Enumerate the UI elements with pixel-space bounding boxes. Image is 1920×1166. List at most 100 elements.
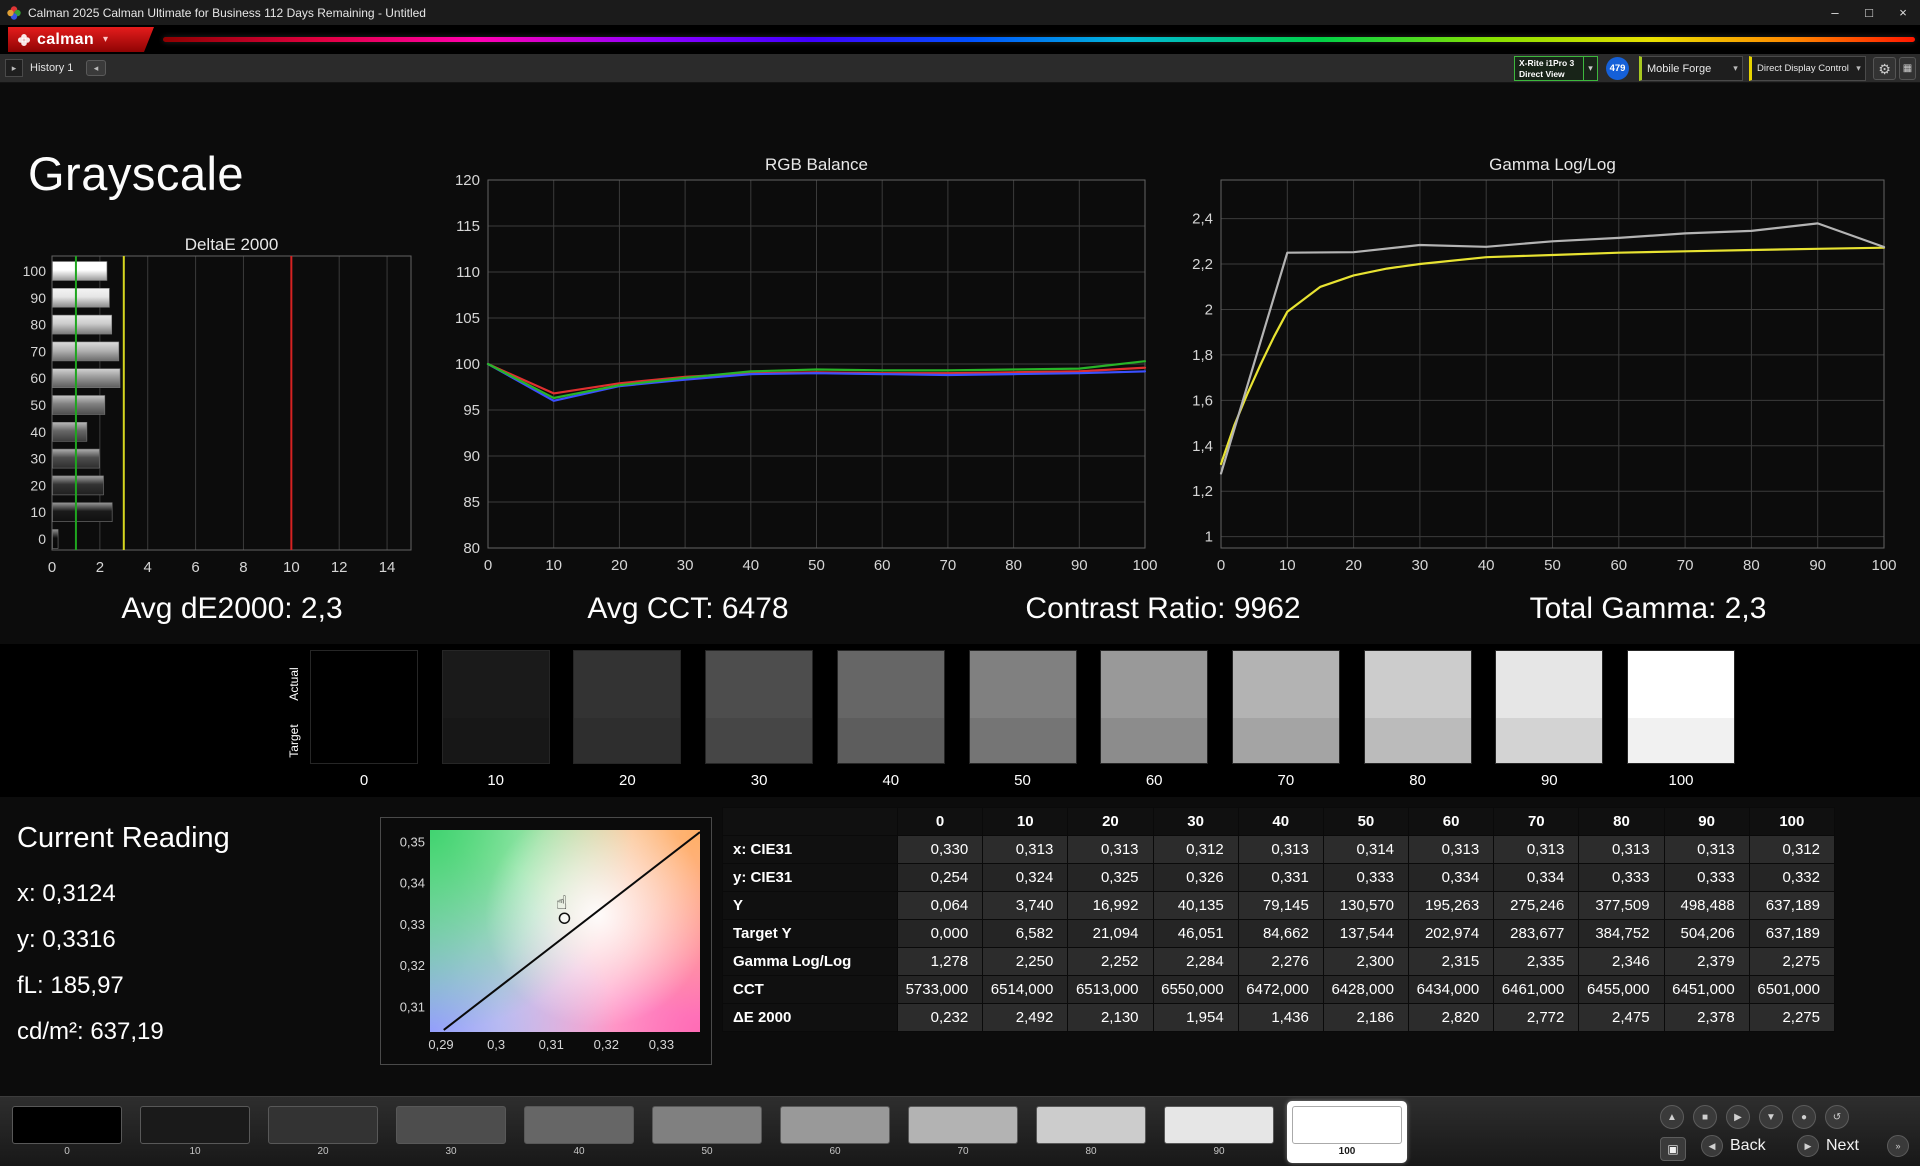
swatch-actual (706, 651, 812, 718)
svg-text:Gamma Log/Log: Gamma Log/Log (1489, 155, 1616, 174)
next-label: Next (1826, 1137, 1859, 1155)
settings-gear-button[interactable]: ⚙ (1873, 57, 1896, 80)
history-expand-button[interactable]: ▸ (5, 59, 23, 77)
table-row-label: Y (723, 892, 898, 920)
svg-text:0,35: 0,35 (400, 834, 425, 849)
level-button-90[interactable]: 90 (1159, 1101, 1279, 1163)
layout-panel-button[interactable]: ▦ (1899, 57, 1916, 80)
level-label: 50 (647, 1146, 767, 1157)
back-button[interactable]: ◀ Back (1701, 1135, 1766, 1157)
stop-button[interactable]: ■ (1693, 1105, 1717, 1129)
table-col-header: 20 (1068, 808, 1153, 836)
level-button-70[interactable]: 70 (903, 1101, 1023, 1163)
logo-bar: calman ▾ (0, 25, 1920, 54)
level-button-50[interactable]: 50 (647, 1101, 767, 1163)
table-cell: 6461,000 (1494, 976, 1579, 1004)
pattern-source-label: Mobile Forge (1642, 63, 1729, 75)
level-button-100[interactable]: 100 (1287, 1101, 1407, 1163)
level-swatch (396, 1106, 506, 1144)
svg-text:30: 30 (1412, 557, 1429, 574)
next-button[interactable]: ▶ Next (1797, 1135, 1859, 1157)
chevron-down-icon: ▾ (103, 34, 108, 45)
record-button[interactable]: ● (1792, 1105, 1816, 1129)
svg-text:80: 80 (1005, 557, 1022, 574)
skip-button[interactable]: » (1887, 1135, 1909, 1157)
table-cell: 2,820 (1409, 1004, 1494, 1032)
grayscale-swatch-80: 80 (1364, 650, 1472, 789)
svg-text:0,29: 0,29 (428, 1037, 453, 1052)
table-corner (723, 808, 898, 836)
table-col-header: 80 (1579, 808, 1664, 836)
gamma-log-log-chart: 010203040506070809010011,21,41,61,822,22… (1173, 150, 1920, 580)
level-button-20[interactable]: 20 (263, 1101, 383, 1163)
level-button-60[interactable]: 60 (775, 1101, 895, 1163)
swatch-level-label: 80 (1364, 772, 1472, 789)
rgb-balance-chart: 0102030405060708090100808590951001051101… (440, 150, 1220, 580)
table-cell: 6513,000 (1068, 976, 1153, 1004)
table-cell: 40,135 (1153, 892, 1238, 920)
grayscale-swatch-30: 30 (705, 650, 813, 789)
svg-text:0: 0 (38, 531, 46, 547)
svg-text:2,2: 2,2 (1192, 256, 1213, 273)
table-cell: 2,252 (1068, 948, 1153, 976)
level-button-30[interactable]: 30 (391, 1101, 511, 1163)
swatch-actual (1628, 651, 1734, 718)
pattern-source-select[interactable]: Mobile Forge ▾ (1639, 56, 1743, 81)
swatch-target (1101, 718, 1207, 763)
table-cell: 0,333 (1664, 864, 1749, 892)
table-cell: 0,313 (1494, 836, 1579, 864)
calman-logo-button[interactable]: calman ▾ (8, 27, 154, 52)
meter-info: X-Rite i1Pro 3 Direct View (1515, 58, 1583, 79)
table-col-header: 50 (1323, 808, 1408, 836)
svg-text:1,6: 1,6 (1192, 392, 1213, 409)
svg-text:0: 0 (484, 557, 492, 574)
table-cell: 0,330 (898, 836, 983, 864)
swatch-level-label: 20 (573, 772, 681, 789)
swatch-actual (1365, 651, 1471, 718)
svg-text:4: 4 (144, 559, 152, 576)
swatch-level-label: 70 (1232, 772, 1340, 789)
table-cell: 6501,000 (1749, 976, 1834, 1004)
refresh-button[interactable]: ↺ (1825, 1105, 1849, 1129)
target-row-label: Target (287, 701, 301, 781)
level-button-0[interactable]: 0 (7, 1101, 127, 1163)
svg-text:90: 90 (30, 290, 46, 306)
svg-text:1: 1 (1205, 529, 1213, 546)
svg-text:85: 85 (463, 494, 480, 511)
svg-text:0: 0 (48, 559, 56, 576)
grayscale-swatch-70: 70 (1232, 650, 1340, 789)
table-row-label: x: CIE31 (723, 836, 898, 864)
swatch-level-label: 100 (1627, 772, 1735, 789)
minimize-button[interactable]: – (1818, 0, 1852, 25)
eject-button[interactable]: ▲ (1660, 1105, 1684, 1129)
level-swatch (652, 1106, 762, 1144)
level-swatch (780, 1106, 890, 1144)
level-button-10[interactable]: 10 (135, 1101, 255, 1163)
history-prev-button[interactable]: ◂ (86, 60, 106, 76)
table-col-header: 60 (1409, 808, 1494, 836)
level-label: 60 (775, 1146, 895, 1157)
contrast-ratio-stat: Contrast Ratio: 9962 (963, 592, 1363, 626)
svg-text:80: 80 (463, 540, 480, 557)
save-button[interactable]: ▼ (1759, 1105, 1783, 1129)
play-button[interactable]: ▶ (1726, 1105, 1750, 1129)
table-cell: 275,246 (1494, 892, 1579, 920)
level-label: 30 (391, 1146, 511, 1157)
swatch-target (838, 718, 944, 763)
level-button-80[interactable]: 80 (1031, 1101, 1151, 1163)
table-cell: 137,544 (1323, 920, 1408, 948)
level-swatch (1036, 1106, 1146, 1144)
meter-select[interactable]: X-Rite i1Pro 3 Direct View ▾ (1514, 56, 1598, 81)
svg-text:100: 100 (1871, 557, 1896, 574)
pattern-window-button[interactable]: ▣ (1660, 1137, 1686, 1161)
table-cell: 1,278 (898, 948, 983, 976)
svg-text:0,33: 0,33 (400, 917, 425, 932)
maximize-button[interactable]: □ (1852, 0, 1886, 25)
table-col-header: 100 (1749, 808, 1834, 836)
svg-text:0: 0 (1217, 557, 1225, 574)
display-control-select[interactable]: Direct Display Control ▾ (1749, 56, 1866, 81)
meter-count-badge: 479 (1606, 57, 1629, 80)
level-button-40[interactable]: 40 (519, 1101, 639, 1163)
close-button[interactable]: × (1886, 0, 1920, 25)
back-label: Back (1730, 1137, 1766, 1155)
